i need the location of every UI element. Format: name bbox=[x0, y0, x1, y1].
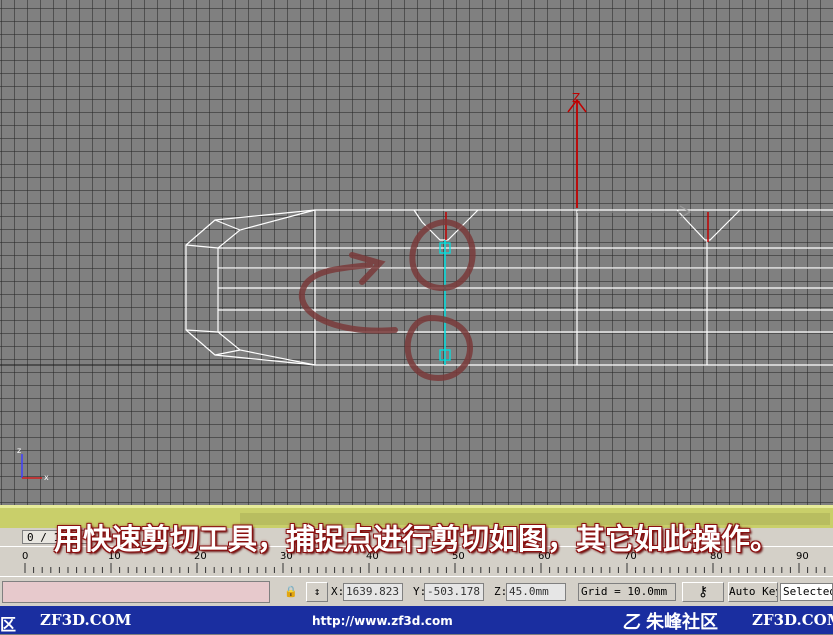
status-bar: 🔒 ↕ X: 1639.823 Y: -503.178 Z: 45.0mm Gr… bbox=[0, 576, 833, 607]
watermark-url: http://www.zf3d.com bbox=[312, 614, 453, 628]
grid-size-readout: Grid = 10.0mm bbox=[578, 583, 676, 601]
watermark-logo-icon: 乙 bbox=[622, 612, 640, 633]
axis-x-label: x bbox=[44, 473, 49, 482]
ruler-tick-label: 0 bbox=[22, 551, 28, 562]
watermark-brand: 朱峰社区 bbox=[646, 612, 718, 633]
lock-icon[interactable]: 🔒 bbox=[284, 585, 298, 598]
watermark-left-char: 区 bbox=[0, 615, 17, 634]
y-coord-field[interactable]: -503.178 bbox=[424, 583, 484, 601]
top-viewport[interactable]: Z z x bbox=[0, 0, 833, 505]
absolute-mode-transform-button[interactable]: ↕ bbox=[306, 582, 328, 602]
key-icon[interactable]: ⚷ bbox=[682, 582, 724, 602]
prompt-line[interactable] bbox=[2, 581, 270, 603]
x-coord-field[interactable]: 1639.823 bbox=[343, 583, 403, 601]
watermark-site-right: ZF3D.COM bbox=[752, 611, 833, 629]
gizmo-z-label: Z bbox=[572, 91, 580, 105]
auto-key-button[interactable]: Auto Key bbox=[728, 582, 778, 602]
viewport-canvas: Z z x bbox=[0, 91, 833, 482]
annotation-strokes bbox=[298, 218, 476, 382]
transform-gizmo bbox=[567, 98, 692, 219]
selection-set-dropdown[interactable]: Selected bbox=[780, 583, 833, 601]
axis-tripod bbox=[21, 454, 42, 479]
tutorial-caption: 用快速剪切工具，捕捉点进行剪切如图，其它如此操作。 bbox=[54, 522, 780, 556]
watermark-site-left: ZF3D.COM bbox=[40, 611, 132, 629]
wireframe-mesh bbox=[185, 209, 833, 366]
axis-z-label: z bbox=[17, 446, 21, 455]
watermark-bar: 区 ZF3D.COM http://www.zf3d.com 乙 朱峰社区 ZF… bbox=[0, 606, 833, 634]
z-coord-field[interactable]: 45.0mm bbox=[506, 583, 566, 601]
